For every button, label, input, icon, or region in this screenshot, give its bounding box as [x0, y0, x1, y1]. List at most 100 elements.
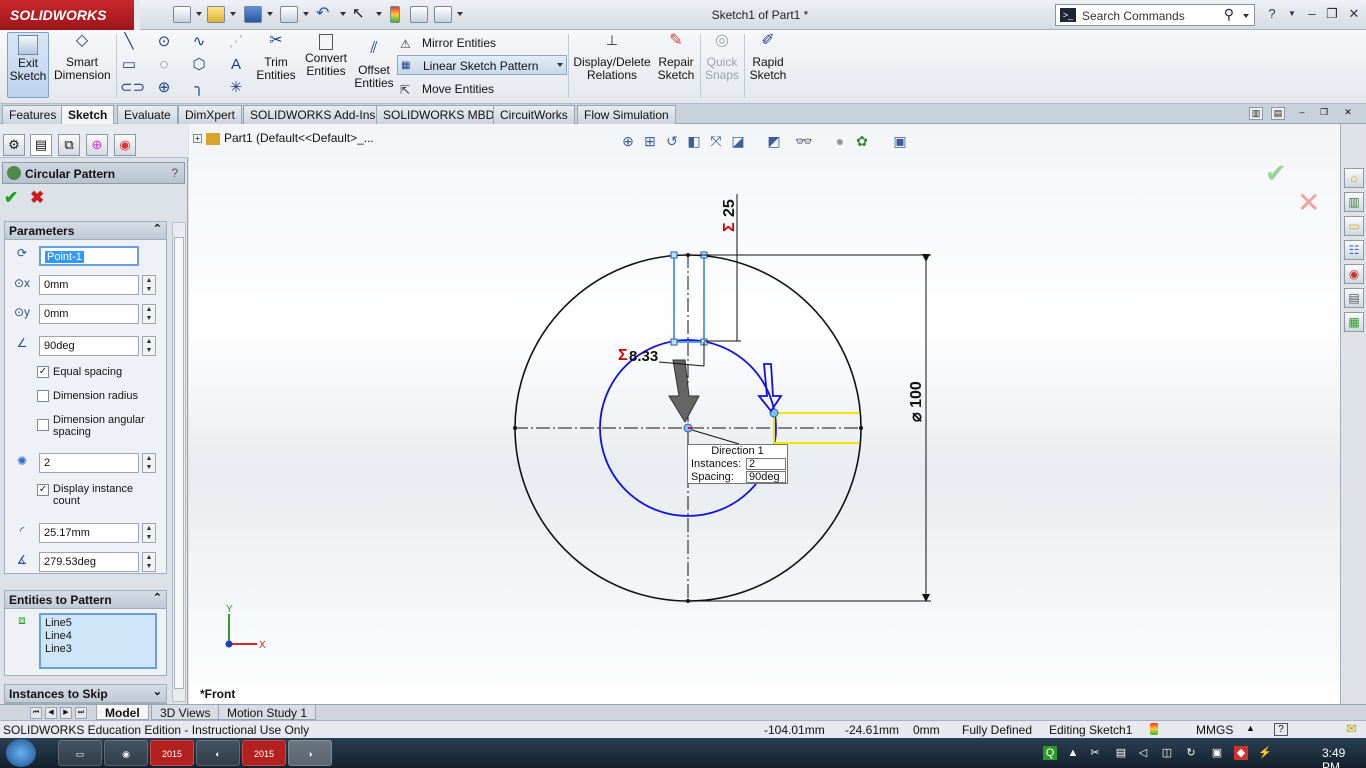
- tab-model[interactable]: Model: [96, 705, 149, 720]
- status-help-icon[interactable]: ?: [1274, 723, 1288, 736]
- point-circle-icon[interactable]: ⊕: [155, 79, 173, 97]
- chrome-taskbar-icon[interactable]: ◉: [104, 740, 148, 766]
- select-dropdown-icon[interactable]: [376, 12, 382, 16]
- new-dropdown-icon[interactable]: [196, 12, 202, 16]
- arc-angle-input[interactable]: 279.53deg: [39, 552, 139, 572]
- list-item[interactable]: Line5: [45, 617, 151, 630]
- linear-sketch-pattern-button[interactable]: ▦ Linear Sketch Pattern: [397, 55, 567, 75]
- appearances-icon[interactable]: ◉: [1344, 264, 1364, 284]
- new-document-icon[interactable]: [173, 6, 191, 23]
- spline-tool-icon[interactable]: ∿: [190, 33, 208, 51]
- direction-callout[interactable]: Direction 1 Instances: 2 Spacing: 90deg: [687, 444, 788, 484]
- solidworks-resources-icon[interactable]: ⌂: [1344, 168, 1364, 188]
- save-dropdown-icon[interactable]: [267, 12, 273, 16]
- print-dropdown-icon[interactable]: [303, 12, 309, 16]
- solidworks-2015-taskbar-icon[interactable]: 2015: [242, 740, 286, 766]
- save-icon[interactable]: [244, 6, 262, 23]
- ok-check-icon[interactable]: ✔: [4, 188, 18, 208]
- tray-network-icon[interactable]: ▤: [1114, 746, 1128, 760]
- pattern-dropdown-icon[interactable]: [557, 63, 563, 67]
- radius-input[interactable]: 25.17mm: [39, 523, 139, 543]
- line-tool-icon[interactable]: ╲: [120, 33, 138, 51]
- center-point-field[interactable]: Point-1: [39, 246, 139, 266]
- rebuild-traffic-light-icon[interactable]: [390, 6, 400, 23]
- solidworks-logo[interactable]: SOLIDWORKS: [0, 0, 134, 30]
- file-properties-icon[interactable]: [410, 6, 428, 23]
- prev-tab-icon[interactable]: ◀: [45, 707, 57, 719]
- equal-spacing-box[interactable]: ✓: [37, 366, 49, 378]
- display-delete-relations-button[interactable]: ⊥ Display/Delete Relations: [573, 32, 651, 82]
- grid-tool-icon[interactable]: ⋰: [227, 33, 245, 51]
- confirmation-ok-icon[interactable]: ✔: [1265, 158, 1287, 189]
- dim-diameter-text[interactable]: ⌀ 100: [908, 381, 925, 422]
- dimension-radius-box[interactable]: [37, 390, 49, 402]
- exit-sketch-button[interactable]: Exit Sketch: [7, 32, 49, 98]
- angle-spinner[interactable]: ▲ ▼: [142, 336, 156, 356]
- callout-instances-value[interactable]: 2: [746, 458, 786, 470]
- tray-power-icon[interactable]: ⚡: [1258, 746, 1272, 760]
- fillet-tool-icon[interactable]: ╮: [190, 79, 208, 97]
- configuration-manager-tab-icon[interactable]: ⧉: [58, 134, 80, 156]
- undo-icon[interactable]: ↶: [316, 6, 334, 23]
- tile-horizontal-icon[interactable]: ▥: [1249, 107, 1263, 120]
- center-y-input[interactable]: 0mm: [39, 304, 139, 324]
- repair-sketch-button[interactable]: ✎ Repair Sketch: [656, 32, 696, 82]
- doc-restore-icon[interactable]: ❐: [1317, 107, 1331, 120]
- smart-dimension-button[interactable]: ◇ Smart Dimension: [54, 32, 111, 82]
- endpoint-handle[interactable]: [670, 338, 678, 346]
- tab-3d-views[interactable]: 3D Views: [151, 705, 220, 720]
- rebuild-status-icon[interactable]: [1150, 723, 1158, 735]
- list-item[interactable]: Line4: [45, 630, 151, 643]
- tab-sketch[interactable]: Sketch: [61, 105, 115, 125]
- close-window-icon[interactable]: ✕: [1344, 5, 1364, 23]
- options-dropdown-icon[interactable]: [457, 12, 463, 16]
- undo-dropdown-icon[interactable]: [340, 12, 346, 16]
- center-x-input[interactable]: 0mm: [39, 275, 139, 295]
- tray-sync-icon[interactable]: ↻: [1184, 746, 1198, 760]
- tray-arrow-icon[interactable]: ▲: [1066, 746, 1080, 760]
- text-tool-icon[interactable]: A: [227, 56, 245, 74]
- callout-spacing-value[interactable]: 90deg: [746, 471, 786, 483]
- start-button-icon[interactable]: [6, 739, 36, 767]
- tray-volume-icon[interactable]: ◁: [1136, 746, 1150, 760]
- dimxpert-manager-tab-icon[interactable]: ⊕: [86, 134, 108, 156]
- expand-icon[interactable]: ⌄: [153, 685, 162, 698]
- design-library-icon[interactable]: ▥: [1344, 192, 1364, 212]
- dim-833-text[interactable]: 8.33: [629, 348, 658, 365]
- rectangle-tool-icon[interactable]: ▭: [120, 56, 138, 74]
- display-manager-tab-icon[interactable]: ◉: [114, 134, 136, 156]
- minimize-window-icon[interactable]: –: [1302, 5, 1322, 23]
- media-taskbar-icon[interactable]: ◐: [196, 740, 240, 766]
- polygon-tool-icon[interactable]: ⬡: [190, 56, 208, 74]
- doc-minimize-icon[interactable]: –: [1295, 107, 1309, 120]
- units-dropdown-icon[interactable]: ▲: [1246, 723, 1255, 733]
- display-instance-count-checkbox[interactable]: ✓ Display instance count: [37, 483, 159, 507]
- taskbar-clock[interactable]: 3:49 PM: [1322, 746, 1366, 768]
- first-tab-icon[interactable]: ⏮: [30, 707, 42, 719]
- tab-motion-study[interactable]: Motion Study 1: [218, 705, 317, 720]
- tab-circuitworks[interactable]: CircuitWorks: [493, 105, 575, 124]
- tab-evaluate[interactable]: Evaluate: [117, 105, 178, 124]
- scrollbar-thumb[interactable]: [174, 237, 184, 689]
- tray-tool-icon[interactable]: ✂: [1088, 746, 1102, 760]
- mirror-entities-button[interactable]: ⚠ Mirror Entities: [400, 36, 496, 51]
- custom-properties-icon[interactable]: ▤: [1344, 288, 1364, 308]
- last-tab-icon[interactable]: ⏭: [75, 707, 87, 719]
- dimension-radius-checkbox[interactable]: Dimension radius: [37, 390, 138, 402]
- collapse-icon[interactable]: ⌃: [153, 222, 162, 235]
- convert-entities-button[interactable]: Convert Entities: [303, 32, 349, 78]
- property-manager-tab-icon[interactable]: ▤: [30, 134, 52, 156]
- tab-flow-simulation[interactable]: Flow Simulation: [577, 105, 676, 124]
- open-dropdown-icon[interactable]: [230, 12, 236, 16]
- move-entities-button[interactable]: ⇱ Move Entities: [400, 82, 494, 97]
- parameters-header[interactable]: Parameters ⌃: [5, 222, 166, 240]
- graphics-area[interactable]: + Part1 (Default<<Default>_... ⊕ ⊞ ↺ ◧ ⤧ …: [189, 124, 1340, 704]
- paint-taskbar-icon[interactable]: ◑: [288, 740, 332, 766]
- solidworks-taskbar-icon[interactable]: 2015: [150, 740, 194, 766]
- property-manager-scrollbar[interactable]: [172, 222, 186, 702]
- file-explorer-taskbar-icon[interactable]: ▭: [58, 740, 102, 766]
- circle-tool-icon[interactable]: ⊙: [155, 33, 173, 51]
- doc-close-icon[interactable]: ✕: [1341, 107, 1355, 120]
- instances-to-skip-header[interactable]: Instances to Skip ⌄: [5, 685, 166, 703]
- endpoint-handle[interactable]: [670, 251, 678, 259]
